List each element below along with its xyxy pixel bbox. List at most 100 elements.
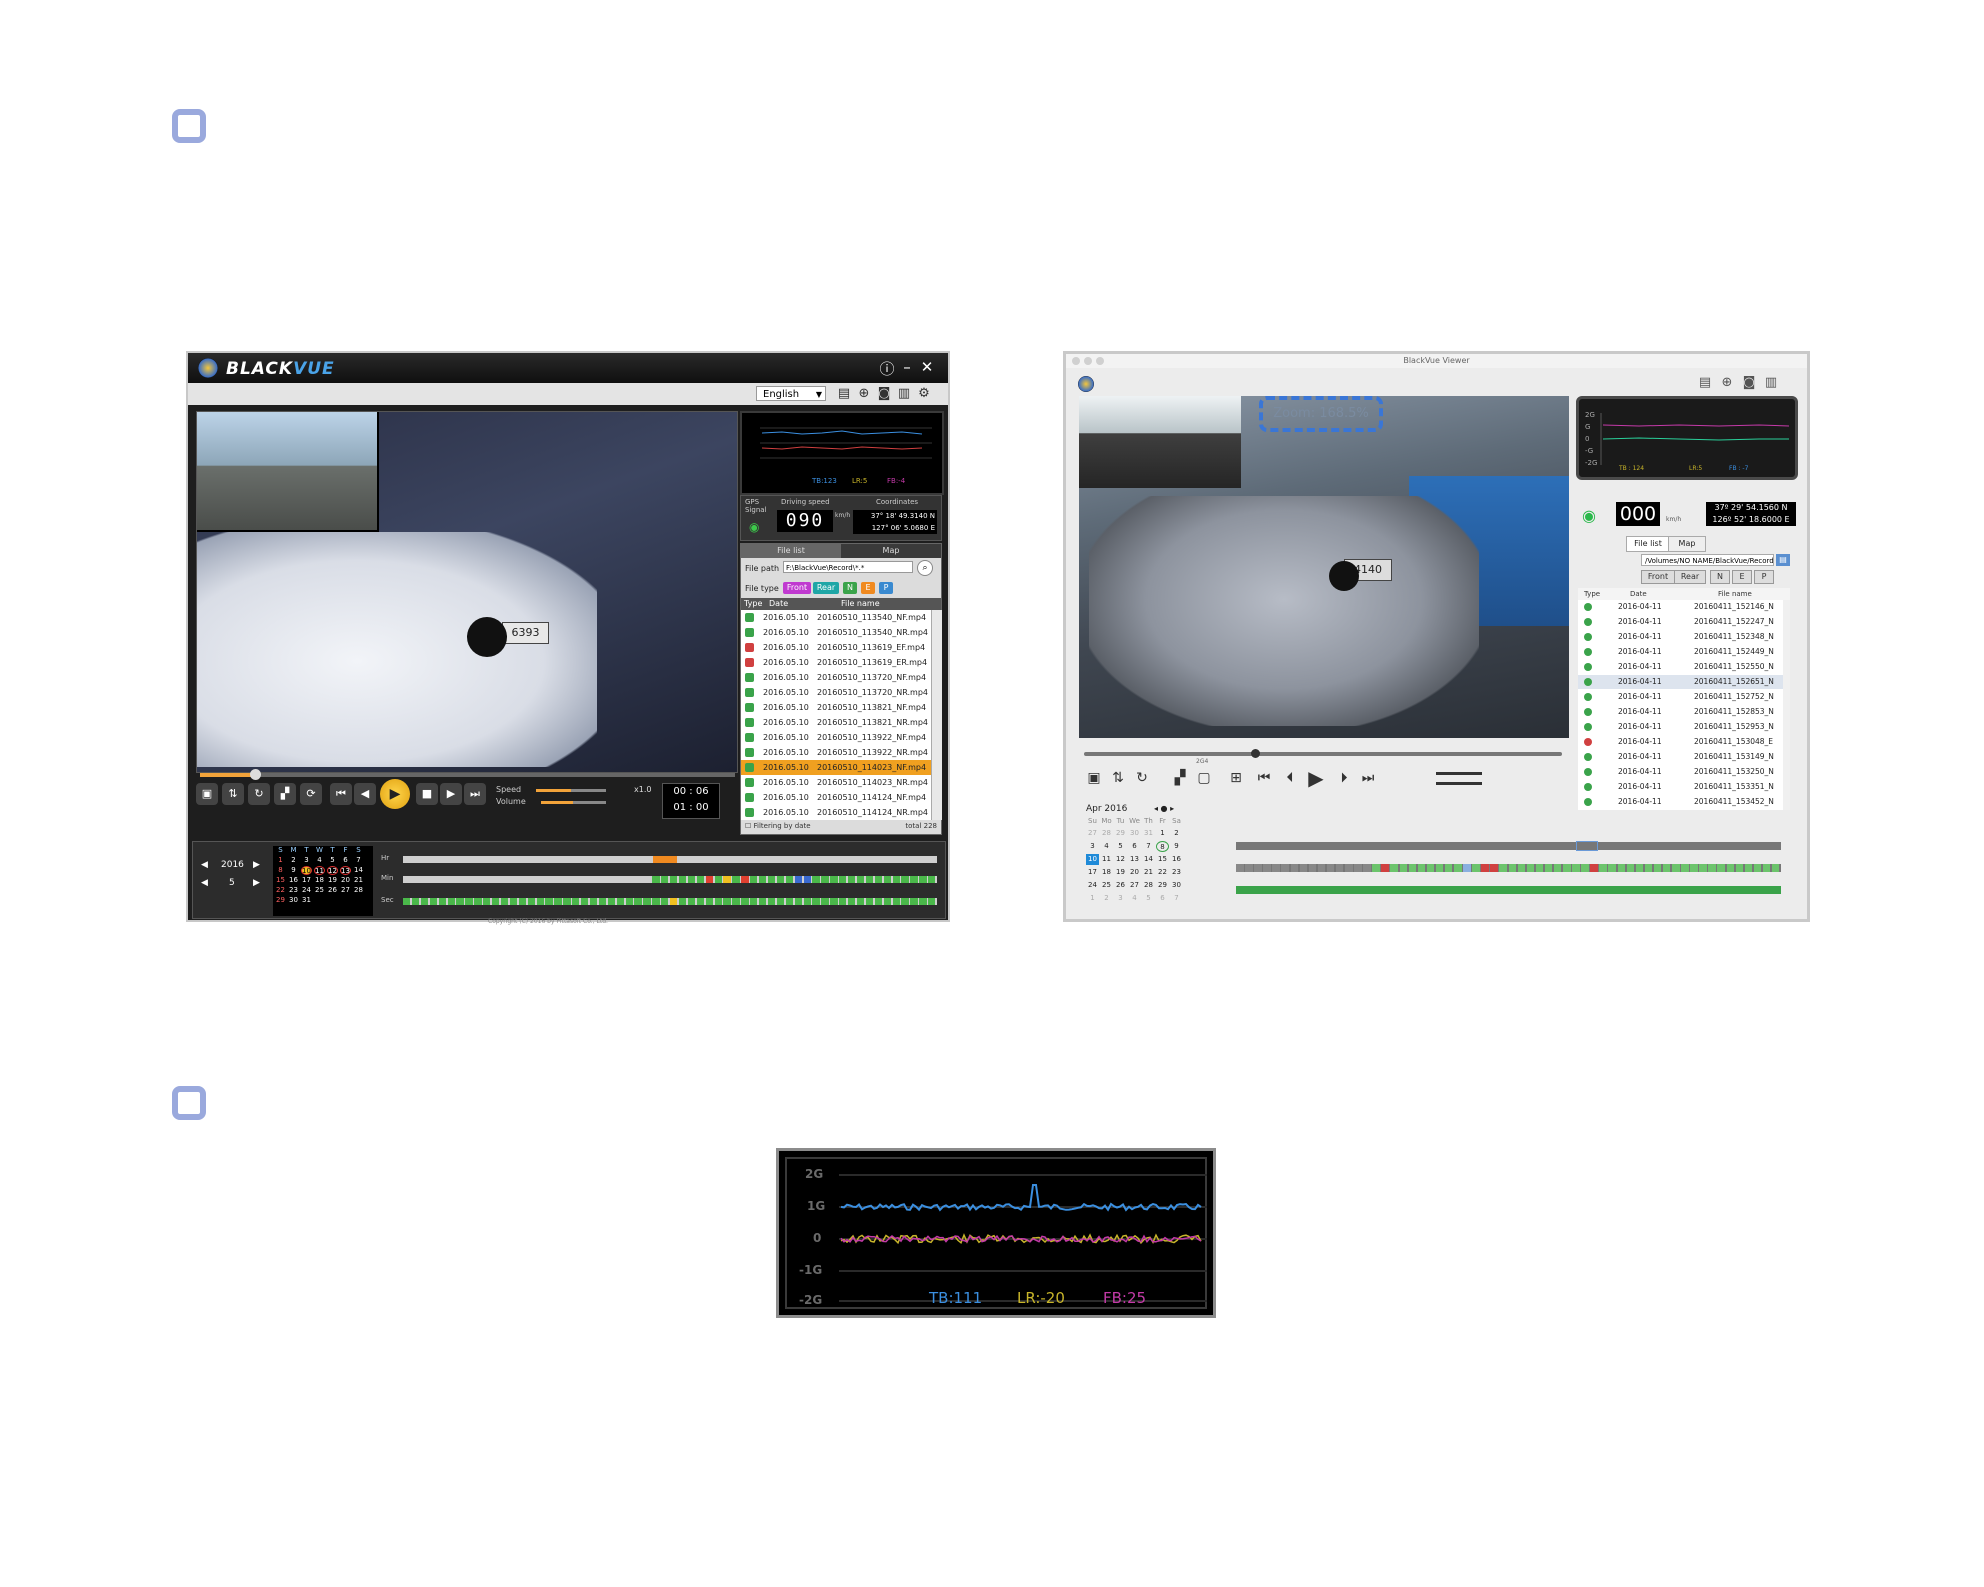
calendar-day[interactable]: 16	[1170, 854, 1183, 865]
table-row[interactable]: 2016-04-11 20160411_152348_N	[1578, 630, 1783, 644]
table-row[interactable]: 2016-04-11 20160411_152853_N	[1578, 705, 1783, 719]
table-row[interactable]: 2016.05.10 20160510_113619_EF.mp4	[741, 640, 931, 655]
calendar-day[interactable]: 31	[301, 896, 312, 905]
calendar-day[interactable]: 15	[275, 876, 286, 885]
refresh-icon[interactable]: ⟳	[300, 783, 322, 805]
table-row[interactable]: 2016-04-11 20160411_152550_N	[1578, 660, 1783, 674]
calendar-day[interactable]: 30	[1128, 828, 1141, 839]
calendar-day[interactable]: 22	[1156, 867, 1169, 878]
calendar-day[interactable]: 4	[1128, 893, 1141, 904]
rotate-icon[interactable]: ↻	[1132, 768, 1152, 788]
filter-event-button[interactable]: E	[861, 582, 875, 594]
speed-slider[interactable]	[1436, 772, 1482, 775]
month-nav-icon[interactable]: ◂ ● ▸	[1154, 804, 1174, 813]
table-row[interactable]: 2016.05.10 20160510_114023_NF.mp4	[741, 760, 931, 775]
calendar-day[interactable]: 24	[301, 886, 312, 895]
calendar-day[interactable]: 25	[314, 886, 325, 895]
calendar-day[interactable]: 20	[340, 876, 351, 885]
month-next-icon[interactable]: ▶	[253, 878, 260, 888]
calendar-day[interactable]: 10	[301, 866, 312, 875]
skip-end-icon[interactable]: ⏭	[464, 783, 486, 805]
tab-map[interactable]: Map	[841, 544, 941, 558]
pip-toggle-icon[interactable]: ▞	[1170, 768, 1190, 788]
language-select[interactable]: English ▼	[756, 386, 826, 401]
table-row[interactable]: 2016-04-11 20160411_152651_N	[1578, 675, 1783, 689]
calendar-day[interactable]: 2	[1170, 828, 1183, 839]
calendar-day[interactable]: 17	[301, 876, 312, 885]
calendar-day[interactable]: 4	[1100, 841, 1113, 852]
table-row[interactable]: 2016.05.10 20160510_113922_NF.mp4	[741, 730, 931, 745]
open-folder-icon[interactable]: ▤	[836, 386, 852, 402]
calendar-day[interactable]: 3	[1114, 893, 1127, 904]
settings-gear-icon[interactable]: ⚙	[916, 386, 932, 402]
calendar-day[interactable]: 25	[1100, 880, 1113, 891]
table-row[interactable]: 2016-04-11 20160411_153250_N	[1578, 765, 1783, 779]
snapshot-icon[interactable]: ▣	[196, 783, 218, 805]
table-row[interactable]: 2016.05.10 20160510_113619_ER.mp4	[741, 655, 931, 670]
pip-toggle-icon[interactable]: ▞	[274, 783, 296, 805]
table-row[interactable]: 2016-04-11 20160411_152953_N	[1578, 720, 1783, 734]
calendar-day[interactable]: 5	[1142, 893, 1155, 904]
year-next-icon[interactable]: ▶	[253, 860, 260, 870]
calendar-day[interactable]: 14	[1142, 854, 1155, 865]
calendar-day[interactable]: 6	[340, 856, 351, 865]
calendar-day[interactable]: 8	[1156, 841, 1169, 852]
calendar-day[interactable]: 26	[327, 886, 338, 895]
table-row[interactable]: 2016.05.10 20160510_114124_NF.mp4	[741, 790, 931, 805]
calendar-day[interactable]: 5	[1114, 841, 1127, 852]
calendar-day[interactable]: 20	[1128, 867, 1141, 878]
calendar-day[interactable]: 11	[314, 866, 325, 875]
rotate-icon[interactable]: ↻	[248, 783, 270, 805]
file-list-scrollbar[interactable]	[931, 610, 942, 820]
month-prev-icon[interactable]: ◀	[201, 878, 208, 888]
table-row[interactable]: 2016-04-11 20160411_152247_N	[1578, 615, 1783, 629]
calendar-day[interactable]: 10	[1086, 854, 1099, 865]
calendar-day[interactable]: 27	[340, 886, 351, 895]
calendar-day[interactable]: 21	[1142, 867, 1155, 878]
seek-bar[interactable]	[200, 773, 735, 777]
calendar-day[interactable]: 13	[340, 866, 351, 875]
calendar-day[interactable]: 1	[275, 856, 286, 865]
timeline-minute-bar[interactable]	[1236, 864, 1781, 872]
calendar-day[interactable]: 19	[327, 876, 338, 885]
filter-by-date-checkbox[interactable]: ☐ Filtering by date	[745, 822, 811, 830]
calendar-day[interactable]: 3	[301, 856, 312, 865]
calendar-day[interactable]: 7	[1170, 893, 1183, 904]
play-button[interactable]: ▶	[1306, 768, 1326, 788]
grid-view-icon[interactable]: ⊞	[1226, 768, 1246, 788]
seek-handle[interactable]	[1251, 749, 1260, 758]
calendar-day[interactable]: 4	[314, 856, 325, 865]
search-icon[interactable]: ⌕	[917, 560, 933, 576]
calendar-day[interactable]: 12	[1114, 854, 1127, 865]
calendar-day[interactable]: 29	[1156, 880, 1169, 891]
calendar-day[interactable]: 17	[1086, 867, 1099, 878]
minimize-button[interactable]: –	[898, 358, 916, 376]
step-back-icon[interactable]: ⏴	[1280, 768, 1300, 788]
filter-front-button[interactable]: Front	[1641, 570, 1675, 584]
timeline-hour-bar[interactable]	[1236, 841, 1781, 851]
gps-icon[interactable]: ⊕	[1718, 374, 1736, 392]
calendar-day[interactable]: 6	[1156, 893, 1169, 904]
calendar-day[interactable]: 15	[1156, 854, 1169, 865]
calendar-day[interactable]: 7	[353, 856, 364, 865]
flip-icon[interactable]: ⇅	[1108, 768, 1128, 788]
filter-event-button[interactable]: E	[1732, 570, 1752, 584]
table-row[interactable]: 2016-04-11 20160411_152449_N	[1578, 645, 1783, 659]
open-folder-icon[interactable]: ▤	[1776, 554, 1790, 566]
calendar-day[interactable]: 9	[1170, 841, 1183, 852]
skip-end-icon[interactable]: ⏭	[1358, 768, 1378, 788]
calendar-day[interactable]: 28	[1100, 828, 1113, 839]
skip-start-icon[interactable]: ⏮	[330, 783, 352, 805]
close-button[interactable]: ✕	[918, 358, 936, 376]
calendar-day[interactable]: 2	[1100, 893, 1113, 904]
close-light[interactable]	[1072, 357, 1080, 365]
calendar-day[interactable]: 19	[1114, 867, 1127, 878]
calendar-day[interactable]: 21	[353, 876, 364, 885]
calendar-day[interactable]: 29	[275, 896, 286, 905]
step-back-icon[interactable]: ◀	[354, 783, 376, 805]
tab-map[interactable]: Map	[1668, 536, 1706, 552]
calendar-day[interactable]: 5	[327, 856, 338, 865]
calendar-day[interactable]: 24	[1086, 880, 1099, 891]
calendar-day[interactable]: 23	[288, 886, 299, 895]
fullscreen-icon[interactable]: ▢	[1194, 768, 1214, 788]
